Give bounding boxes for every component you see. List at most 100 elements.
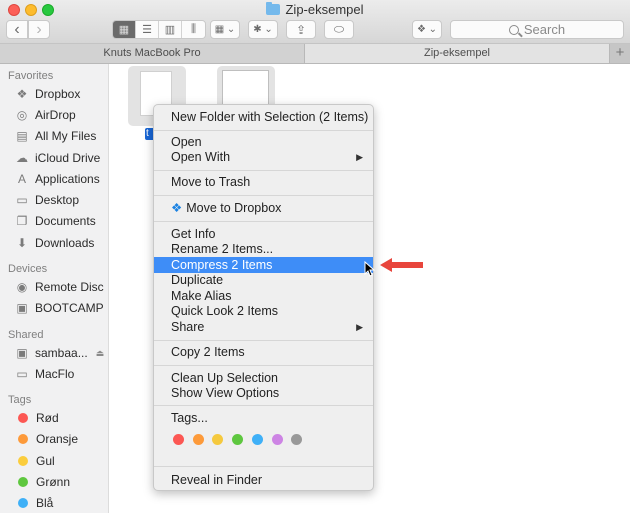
sidebar-item-sambaa[interactable]: ▣ sambaa... ⏏	[15, 344, 104, 362]
column-view-button[interactable]: ▥	[159, 21, 182, 38]
dropbox-icon: ❖ ⌄	[416, 24, 438, 35]
downloads-icon: ⬇	[16, 236, 28, 250]
sidebar-item-documents[interactable]: ❐ Documents	[15, 212, 96, 230]
menu-item-open-with[interactable]: Open With ▶	[154, 149, 373, 165]
sidebar-item-label: iCloud Drive	[35, 151, 101, 165]
arrange-icon: ▦ ⌄	[214, 24, 236, 35]
sidebar-item-remote-disc[interactable]: ◉ Remote Disc	[15, 278, 104, 296]
share-button[interactable]: ⇪	[286, 20, 316, 39]
window-toolbar: Zip-eksempel ‹ › ▦ ☰ ▥ ⫼ ▦ ⌄ ✱ ⌄ ⇪ ⬭ ❖ ⌄…	[0, 0, 630, 44]
tag-color-dot	[18, 434, 28, 444]
menu-separator	[154, 466, 373, 467]
menu-item-open[interactable]: Open	[154, 134, 373, 150]
sidebar-item-icloud-drive[interactable]: ☁ iCloud Drive	[15, 149, 100, 167]
list-view-icon: ☰	[142, 24, 152, 36]
tag-color-dot	[18, 413, 28, 423]
search-icon	[508, 24, 519, 35]
menu-item-rename[interactable]: Rename 2 Items...	[154, 241, 373, 257]
menu-tag-color-0[interactable]	[173, 434, 184, 445]
sidebar-item-label: Documents	[35, 214, 96, 228]
sidebar-item-label: AirDrop	[35, 108, 76, 122]
menu-item-duplicate[interactable]: Duplicate	[154, 272, 373, 288]
action-button[interactable]: ✱ ⌄	[248, 20, 278, 39]
sidebar-item-applications[interactable]: A Applications	[15, 170, 100, 188]
menu-tag-color-4[interactable]	[251, 434, 263, 445]
menu-separator	[154, 365, 373, 366]
menu-separator	[154, 195, 373, 196]
menu-item-make-alias[interactable]: Make Alias	[154, 288, 373, 304]
icon-view-button[interactable]: ▦	[113, 21, 136, 38]
arrange-button[interactable]: ▦ ⌄	[210, 20, 240, 39]
menu-tag-color-5[interactable]	[271, 434, 283, 445]
sidebar-item-label: Remote Disc	[35, 280, 104, 294]
sidebar-tag-oransje[interactable]: Oransje	[15, 430, 78, 448]
menu-separator	[154, 130, 373, 131]
icloud-icon: ☁	[16, 151, 28, 165]
new-tab-button[interactable]: +	[610, 44, 630, 63]
menu-item-clean-up-selection[interactable]: Clean Up Selection	[154, 370, 373, 386]
cover-flow-view-button[interactable]: ⫼	[182, 21, 205, 38]
menu-item-new-folder-with-selection[interactable]: New Folder with Selection (2 Items)	[154, 109, 373, 125]
menu-item-share[interactable]: Share ▶	[154, 319, 373, 335]
sidebar-item-all-my-files[interactable]: ▤ All My Files	[15, 127, 96, 145]
sidebar-item-label: Blå	[36, 496, 54, 510]
sidebar-item-label: Oransje	[36, 432, 79, 446]
tag-icon: ⬭	[333, 22, 345, 36]
eject-icon[interactable]: ⏏	[96, 348, 105, 359]
menu-tag-color-1[interactable]	[192, 434, 204, 445]
submenu-arrow-icon: ▶	[356, 322, 363, 332]
sidebar: Favorites ❖ Dropbox ◎ AirDrop ▤ All My File…	[0, 64, 109, 513]
sidebar-section-favorites: Favorites	[8, 70, 54, 82]
sidebar-tag-gronn[interactable]: Grønn	[15, 473, 70, 491]
sidebar-item-label: Downloads	[35, 236, 95, 250]
sidebar-tag-bla[interactable]: Blå	[15, 494, 53, 512]
context-menu: New Folder with Selection (2 Items) Open…	[153, 104, 374, 491]
sidebar-section-tags: Tags	[8, 394, 32, 406]
menu-item-label: Move to Dropbox	[186, 201, 282, 215]
desktop-icon: ▭	[16, 193, 28, 207]
menu-item-compress[interactable]: Compress 2 Items	[154, 257, 373, 273]
chevron-right-icon: ›	[36, 20, 42, 38]
menu-item-move-to-dropbox[interactable]: ❖ Move to Dropbox	[154, 200, 373, 216]
submenu-arrow-icon: ▶	[356, 152, 363, 162]
applications-icon: A	[17, 172, 26, 186]
menu-item-copy[interactable]: Copy 2 Items	[154, 344, 373, 360]
sidebar-item-bootcamp[interactable]: ▣ BOOTCAMP	[15, 299, 103, 317]
menu-item-tags[interactable]: Tags...	[154, 410, 373, 426]
laptop-icon: ▭	[16, 367, 28, 381]
icon-view-icon: ▦	[118, 24, 130, 36]
sidebar-item-desktop[interactable]: ▭ Desktop	[15, 191, 79, 209]
dropbox-toolbar-button[interactable]: ❖ ⌄	[412, 20, 442, 39]
edit-tags-button[interactable]: ⬭	[324, 20, 354, 39]
tab-knuts-macbook-pro[interactable]: Knuts MacBook Pro	[0, 44, 305, 63]
sidebar-item-downloads[interactable]: ⬇ Downloads	[15, 234, 94, 252]
sidebar-item-label: Grønn	[36, 475, 71, 489]
all-my-files-icon: ▤	[16, 129, 28, 143]
sidebar-item-dropbox[interactable]: ❖ Dropbox	[15, 85, 81, 103]
sidebar-section-shared: Shared	[8, 329, 44, 341]
folder-icon	[266, 2, 281, 15]
sidebar-item-macflo[interactable]: ▭ MacFlo	[15, 365, 74, 383]
menu-item-reveal-in-finder[interactable]: Reveal in Finder	[154, 472, 373, 488]
tab-bar: Knuts MacBook Pro Zip-eksempel +	[0, 44, 630, 64]
sidebar-item-label: Desktop	[35, 193, 80, 207]
sidebar-item-label: sambaa...	[35, 346, 88, 360]
forward-button[interactable]: ›	[28, 20, 50, 39]
menu-item-label: Share	[171, 320, 205, 334]
search-field[interactable]: Search	[450, 20, 624, 39]
sidebar-tag-rod[interactable]: Rød	[15, 409, 59, 427]
menu-separator	[154, 405, 373, 406]
menu-item-quick-look[interactable]: Quick Look 2 Items	[154, 303, 373, 319]
sidebar-tag-gul[interactable]: Gul	[15, 452, 55, 470]
menu-item-label: Open With	[171, 150, 231, 164]
sidebar-item-label: Dropbox	[35, 87, 81, 101]
back-button[interactable]: ‹	[6, 20, 28, 39]
tag-color-dot	[18, 477, 28, 487]
menu-item-move-to-trash[interactable]: Move to Trash	[154, 174, 373, 190]
tab-zip-eksempel[interactable]: Zip-eksempel	[305, 44, 610, 63]
menu-item-show-view-options[interactable]: Show View Options	[154, 385, 373, 401]
list-view-button[interactable]: ☰	[136, 21, 159, 38]
menu-separator	[154, 221, 373, 222]
menu-item-get-info[interactable]: Get Info	[154, 226, 373, 242]
sidebar-item-airdrop[interactable]: ◎ AirDrop	[15, 106, 76, 124]
